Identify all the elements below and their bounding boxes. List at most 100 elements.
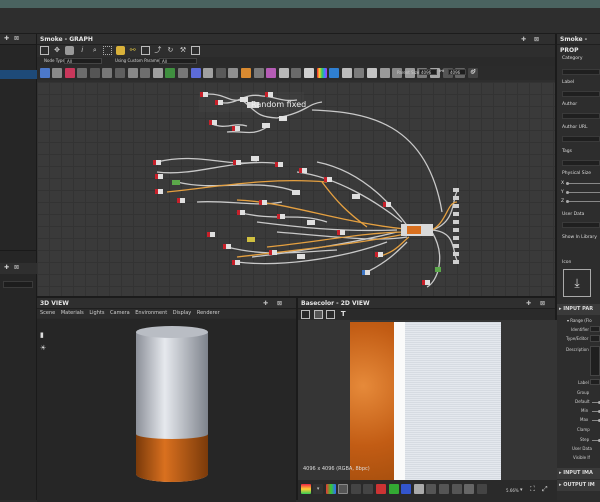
- settings-icon[interactable]: [476, 484, 487, 494]
- pin-node-icon[interactable]: [366, 68, 377, 78]
- view3d-viewport[interactable]: ▮ ☀: [37, 319, 296, 502]
- pin-icon[interactable]: ✚: [526, 298, 531, 309]
- warp-icon[interactable]: [291, 68, 302, 78]
- comment-icon[interactable]: [354, 68, 365, 78]
- menu-renderer[interactable]: Renderer: [197, 310, 220, 316]
- menu-lights[interactable]: Lights: [89, 310, 104, 316]
- close-icon[interactable]: ⊠: [540, 298, 545, 309]
- distance-icon[interactable]: [102, 68, 113, 78]
- blend-icon[interactable]: [39, 68, 50, 78]
- menu-camera[interactable]: Camera: [110, 310, 130, 316]
- menu-display[interactable]: Display: [173, 310, 191, 316]
- author-field[interactable]: [562, 113, 600, 119]
- tile-icon[interactable]: [426, 484, 437, 494]
- gradient-map-icon[interactable]: [140, 68, 151, 78]
- range-param-row[interactable]: ▾ Range (Flo: [567, 318, 592, 323]
- copy-icon[interactable]: [301, 310, 310, 319]
- layout-icon[interactable]: [140, 46, 150, 55]
- histogram-icon[interactable]: [350, 484, 361, 494]
- grayscale-icon[interactable]: [152, 68, 163, 78]
- fit-icon[interactable]: [439, 484, 450, 494]
- parent-size-height-select[interactable]: 4096: [448, 69, 466, 75]
- author-url-field[interactable]: [562, 136, 600, 142]
- rgba-icon[interactable]: [325, 484, 336, 494]
- type-editor-select[interactable]: [590, 335, 600, 342]
- param-slider[interactable]: [592, 410, 600, 413]
- export-icon[interactable]: [191, 46, 201, 55]
- param-slider[interactable]: [592, 401, 600, 404]
- category-field[interactable]: [562, 69, 600, 75]
- param-slider[interactable]: [592, 439, 600, 442]
- pin-icon[interactable]: ✚: [521, 34, 526, 45]
- icon-import-button[interactable]: ⤓: [563, 269, 591, 297]
- menu-materials[interactable]: Materials: [61, 310, 84, 316]
- shape-icon[interactable]: [215, 68, 226, 78]
- custom-param-select[interactable]: All: [159, 58, 197, 64]
- menu-scene[interactable]: Scene: [40, 310, 55, 316]
- channel-r-icon[interactable]: [376, 484, 387, 494]
- screenshot-icon[interactable]: [464, 484, 475, 494]
- save-icon[interactable]: [313, 310, 323, 319]
- reset-size-icon[interactable]: ↺: [471, 68, 476, 75]
- fullscreen-icon[interactable]: ⛶: [530, 485, 535, 494]
- input-images-header[interactable]: ▸ INPUT IMA: [557, 468, 600, 479]
- levels-icon[interactable]: [178, 68, 189, 78]
- svg-icon[interactable]: [241, 68, 251, 78]
- camera-icon[interactable]: [65, 46, 75, 55]
- tags-field[interactable]: [562, 160, 600, 166]
- text-icon[interactable]: [253, 68, 264, 78]
- close-icon[interactable]: ⊠: [277, 298, 282, 309]
- grid-toggle-icon[interactable]: [379, 68, 390, 78]
- pixel-processor-icon[interactable]: [203, 68, 214, 78]
- uniform-color-icon[interactable]: [278, 68, 289, 78]
- refresh-icon[interactable]: ↻: [166, 46, 175, 55]
- param-slider[interactable]: [592, 419, 600, 422]
- view2d-canvas[interactable]: 4096 x 4096 (RGBA, 8bpc): [298, 320, 557, 482]
- library-search-field[interactable]: [3, 281, 33, 288]
- parent-size-width-select[interactable]: 4096: [419, 69, 437, 75]
- fit-view-icon[interactable]: [40, 46, 49, 55]
- transform-icon[interactable]: [266, 68, 277, 78]
- close-icon[interactable]: ⊠: [14, 35, 19, 42]
- blur-icon[interactable]: [52, 68, 63, 78]
- lock-icon[interactable]: [451, 484, 462, 494]
- directional-warp-icon[interactable]: [89, 68, 100, 78]
- hsl-icon[interactable]: [165, 68, 176, 78]
- input-params-header[interactable]: ▸ INPUT PAR: [557, 304, 600, 315]
- normal-icon[interactable]: [190, 68, 201, 78]
- label-field[interactable]: [562, 91, 600, 97]
- close-icon[interactable]: ⊠: [534, 34, 539, 45]
- search-icon[interactable]: ⌕: [90, 46, 99, 55]
- axis-z-slider[interactable]: [566, 200, 600, 203]
- dropdown-icon[interactable]: ▾: [313, 484, 324, 494]
- channel-a-icon[interactable]: [413, 484, 424, 494]
- channel-g-icon[interactable]: [388, 484, 399, 494]
- fx-map-icon[interactable]: [127, 68, 138, 78]
- channels-icon[interactable]: [64, 68, 75, 78]
- axis-y-slider[interactable]: [566, 191, 600, 194]
- link-ratio-icon[interactable]: ⚯: [439, 68, 444, 75]
- param-label-field[interactable]: [590, 379, 600, 385]
- gradient-icon[interactable]: [303, 68, 314, 78]
- user-data-field[interactable]: [562, 222, 600, 228]
- graph-canvas[interactable]: Random fixed: [37, 82, 555, 296]
- zoom-dropdown-icon[interactable]: ▾: [520, 487, 523, 493]
- zoom-level[interactable]: 5.66%: [506, 488, 519, 493]
- curve-icon[interactable]: [77, 68, 88, 78]
- move-icon[interactable]: ✥: [53, 46, 62, 55]
- reset-zoom-icon[interactable]: ⤢: [542, 485, 548, 494]
- tools-icon[interactable]: ⚒: [179, 46, 188, 55]
- emboss-icon[interactable]: [115, 68, 126, 78]
- share-icon[interactable]: ⤴: [153, 46, 162, 55]
- close-icon[interactable]: ⊠: [14, 264, 19, 271]
- grid-icon[interactable]: [338, 484, 349, 494]
- identifier-field[interactable]: [590, 326, 600, 332]
- layers-icon[interactable]: [300, 484, 311, 494]
- hue-icon[interactable]: [329, 68, 340, 78]
- text-icon[interactable]: T: [339, 310, 348, 319]
- explorer-selected-row[interactable]: [0, 70, 37, 79]
- description-field[interactable]: [590, 346, 600, 376]
- frame-icon[interactable]: [341, 68, 352, 78]
- python-icon[interactable]: [115, 46, 125, 55]
- color-picker-icon[interactable]: [363, 484, 374, 494]
